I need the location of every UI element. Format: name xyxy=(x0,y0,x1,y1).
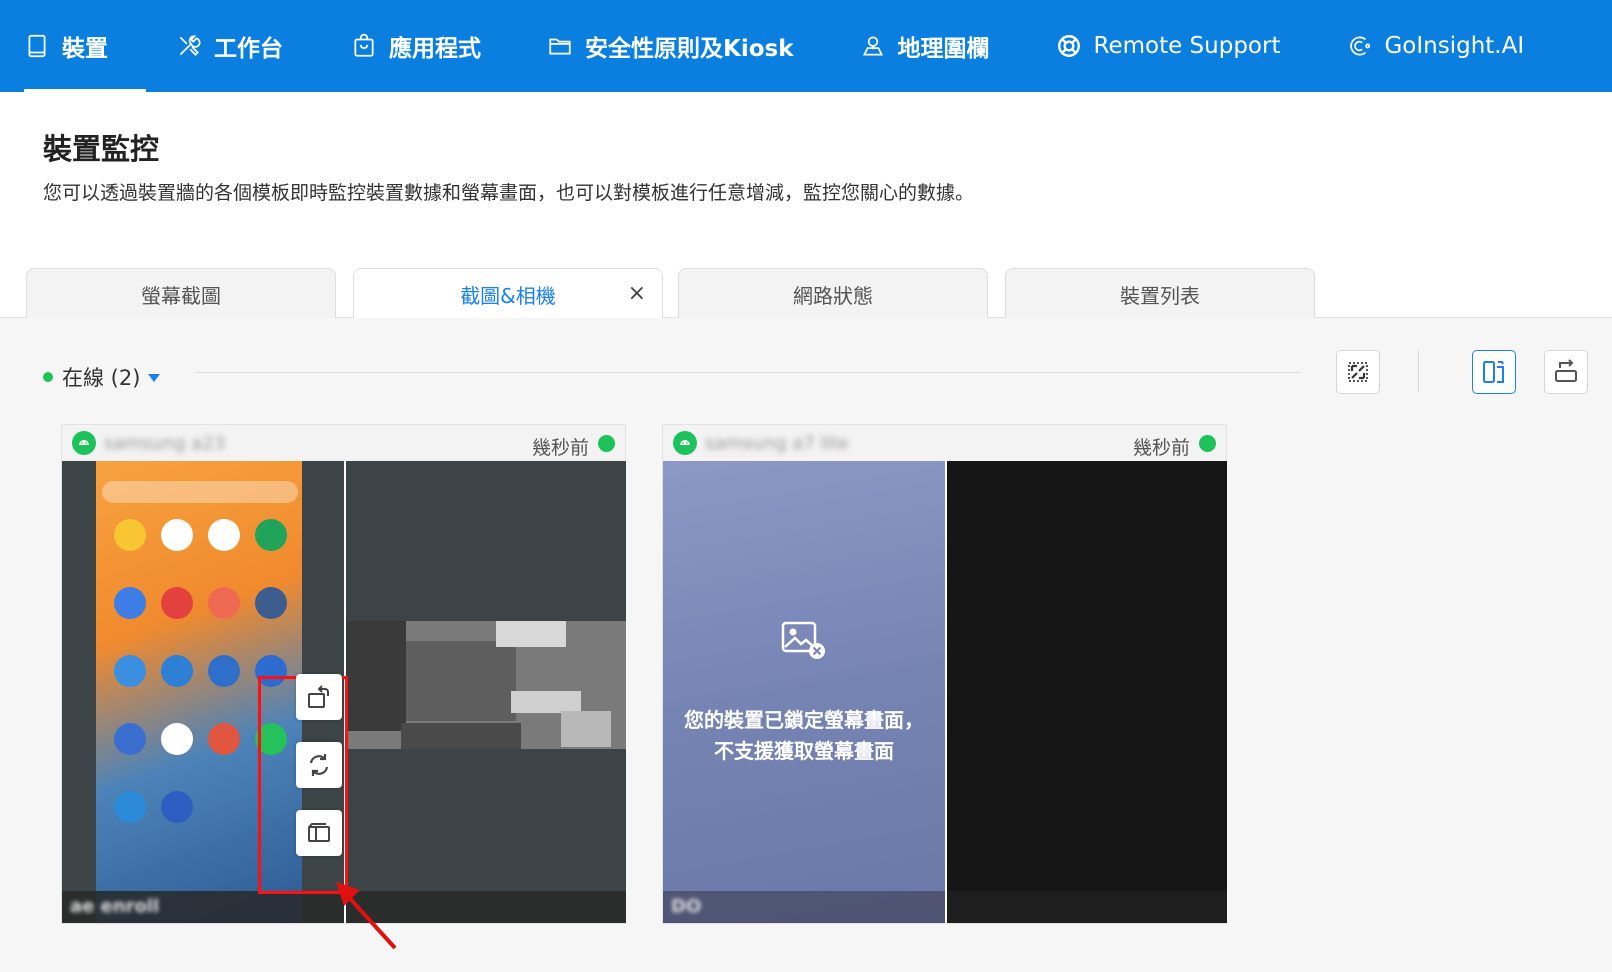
nav-item-apps[interactable]: 應用程式 xyxy=(351,0,481,92)
refresh-button[interactable] xyxy=(296,742,342,788)
portrait-layout-button[interactable] xyxy=(1472,350,1516,394)
online-status-dot xyxy=(598,435,615,452)
online-dot xyxy=(43,372,53,382)
nav-item-remote-support[interactable]: Remote Support xyxy=(1056,0,1281,92)
shopping-bag-icon xyxy=(354,33,374,57)
device-card-header: samsung a23 幾秒前 xyxy=(62,425,625,461)
folder-icon xyxy=(549,38,571,55)
toolbar-separator xyxy=(1418,350,1419,392)
screen-locked-message: 您的裝置已鎖定螢幕畫面，不支援獲取螢幕畫面 xyxy=(684,708,924,763)
android-icon xyxy=(72,431,96,455)
tab-label: 截圖&相機 xyxy=(460,284,556,308)
nav-item-label: GoInsight.AI xyxy=(1384,33,1525,59)
refresh-icon xyxy=(309,754,329,776)
portrait-layout-icon xyxy=(1483,361,1504,383)
tab-label: 網路狀態 xyxy=(793,283,873,308)
geofence-icon xyxy=(862,36,883,56)
tab-label: 裝置列表 xyxy=(1120,283,1200,308)
switch-view-icon xyxy=(308,823,330,842)
template-tabs: 螢幕截圖 截圖&相機 × 網路狀態 裝置列表 xyxy=(0,268,1612,320)
last-update-time: 幾秒前 xyxy=(1132,437,1190,459)
fullscreen-icon xyxy=(1348,362,1368,382)
tab-device-list[interactable]: 裝置列表 xyxy=(1005,268,1315,319)
annotation-arrow-icon xyxy=(336,882,397,950)
nav-item-workbench[interactable]: 工作台 xyxy=(176,0,283,92)
landscape-layout-button[interactable] xyxy=(1544,350,1588,394)
ai-icon xyxy=(1350,36,1371,56)
top-navigation: 裝置 工作台 應用程式 安全性原則及Kiosk 地理圍欄 Remote Supp… xyxy=(0,0,1612,92)
page-description: 您可以透過裝置牆的各個模板即時監控裝置數據和螢幕畫面，也可以對模板進行任意增減，… xyxy=(43,182,975,204)
tools-icon xyxy=(179,35,201,56)
nav-item-devices[interactable]: 裝置 xyxy=(24,0,146,92)
online-filter[interactable]: 在線 (2) xyxy=(43,362,161,392)
tab-network-status[interactable]: 網路狀態 xyxy=(678,268,988,319)
rotate-icon xyxy=(308,685,329,708)
online-status-dot xyxy=(1199,435,1216,452)
nav-item-label: 地理圍欄 xyxy=(897,36,990,62)
nav-item-goinsight-ai[interactable]: GoInsight.AI xyxy=(1346,0,1524,92)
nav-item-geofence[interactable]: 地理圍欄 xyxy=(860,0,990,92)
chevron-down-icon xyxy=(148,374,161,382)
device-screenshot[interactable]: 您的裝置已鎖定螢幕畫面，不支援獲取螢幕畫面 DO xyxy=(663,461,945,923)
landscape-layout-icon xyxy=(1555,359,1577,382)
device-footer-label: ae enroll xyxy=(70,896,160,917)
divider xyxy=(195,372,1300,373)
camera-view[interactable] xyxy=(945,461,1227,923)
tab-label: 螢幕截圖 xyxy=(141,283,221,308)
image-unavailable-icon xyxy=(781,621,825,659)
fullscreen-button[interactable] xyxy=(1336,350,1380,394)
tab-screenshot[interactable]: 螢幕截圖 xyxy=(26,268,336,319)
camera-view[interactable] xyxy=(344,461,626,923)
nav-item-label: 安全性原則及Kiosk xyxy=(585,36,794,62)
nav-item-policies-kiosk[interactable]: 安全性原則及Kiosk xyxy=(547,0,794,92)
page-title: 裝置監控 xyxy=(43,132,160,166)
nav-item-label: 應用程式 xyxy=(389,36,481,62)
device-name: samsung a23 xyxy=(104,432,226,454)
nav-item-label: Remote Support xyxy=(1093,33,1281,59)
device-name: samsung a7 lite xyxy=(705,432,849,454)
last-update-time: 幾秒前 xyxy=(531,437,589,459)
device-card[interactable]: samsung a7 lite 幾秒前 您的裝置已鎖定螢幕畫面，不支援獲取螢幕畫… xyxy=(662,424,1227,924)
online-label: 在線 (2) xyxy=(62,366,141,390)
side-action-highlight xyxy=(258,674,348,894)
android-icon xyxy=(673,431,697,455)
rotate-button[interactable] xyxy=(296,674,342,720)
nav-item-label: 裝置 xyxy=(62,36,108,62)
lifebuoy-icon xyxy=(1057,35,1080,57)
tablet-icon xyxy=(28,34,46,58)
tab-screenshot-camera[interactable]: 截圖&相機 × xyxy=(353,268,663,320)
device-card-header: samsung a7 lite 幾秒前 xyxy=(663,425,1226,461)
device-wall: 在線 (2) samsung a23 幾秒前 ae enroll samsung… xyxy=(0,318,1612,972)
switch-view-button[interactable] xyxy=(296,810,342,856)
device-footer-label: DO xyxy=(671,896,702,917)
nav-item-label: 工作台 xyxy=(214,36,283,62)
close-icon[interactable]: × xyxy=(628,281,646,306)
